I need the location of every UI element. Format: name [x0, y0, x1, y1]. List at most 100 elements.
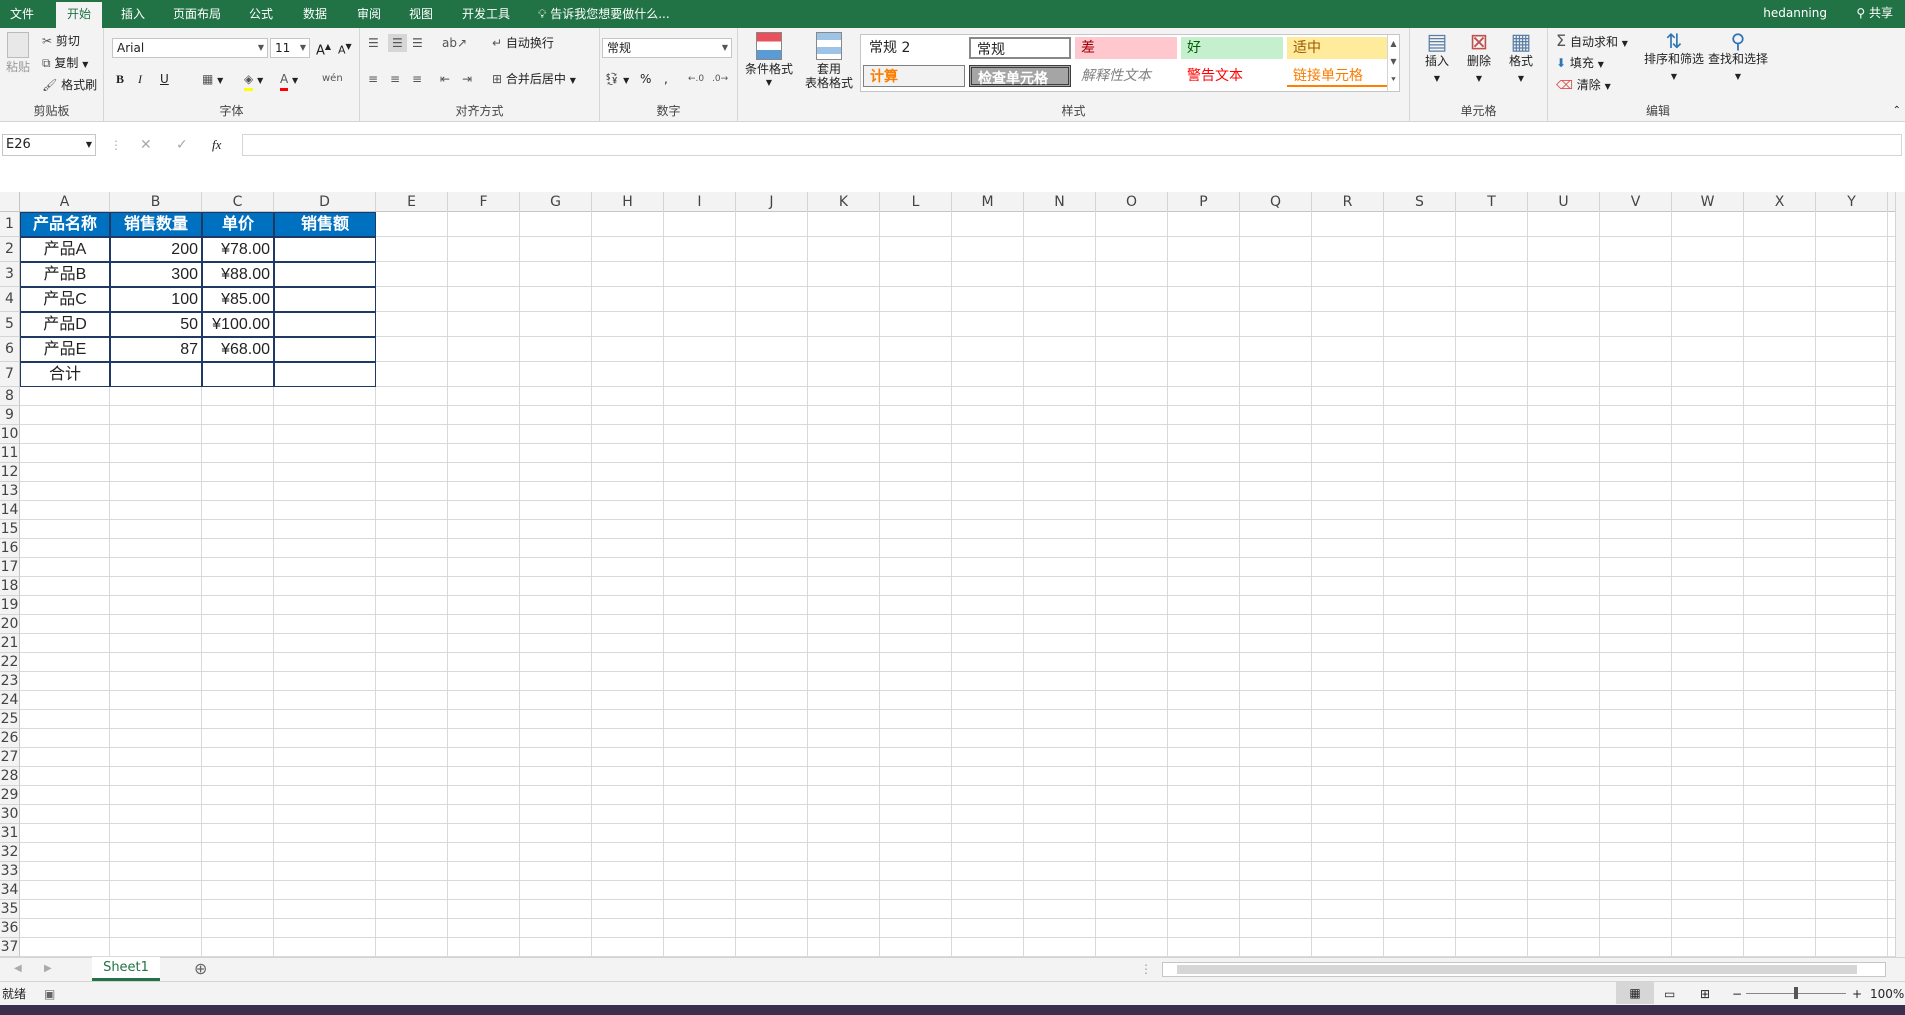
tab-data[interactable]: 数据: [292, 0, 338, 28]
tab-view[interactable]: 视图: [398, 0, 444, 28]
row-header[interactable]: 21: [0, 634, 20, 653]
page-break-view-button[interactable]: ⊞: [1700, 985, 1710, 1003]
style-neutral[interactable]: 适中: [1287, 37, 1387, 59]
table-cell[interactable]: ¥78.00: [202, 237, 274, 262]
conditional-format-button[interactable]: 条件格式 ▼: [742, 32, 796, 90]
align-left-button[interactable]: ≡: [368, 70, 378, 88]
delete-cells-button[interactable]: ⊠ 删除 ▼: [1462, 32, 1496, 88]
column-header[interactable]: O: [1096, 192, 1168, 212]
style-normal[interactable]: 常规: [969, 37, 1071, 59]
collapse-ribbon-icon[interactable]: ⌃: [1893, 102, 1901, 120]
orientation-button[interactable]: ab↗: [442, 34, 467, 52]
grow-font-button[interactable]: A▲: [316, 38, 331, 60]
table-header-cell[interactable]: 单价: [202, 212, 274, 237]
tab-insert[interactable]: 插入: [110, 0, 156, 28]
autosum-button[interactable]: Σ 自动求和 ▼: [1556, 32, 1628, 53]
increase-indent-button[interactable]: ⇥: [462, 70, 472, 88]
style-linked-cell[interactable]: 链接单元格: [1287, 65, 1387, 87]
table-header-cell[interactable]: 产品名称: [20, 212, 110, 237]
column-header[interactable]: N: [1024, 192, 1096, 212]
phonetic-button[interactable]: wén: [322, 70, 343, 88]
column-header[interactable]: C: [202, 192, 274, 212]
merge-center-button[interactable]: ⊞ 合并后居中 ▼: [492, 70, 576, 90]
column-header[interactable]: W: [1672, 192, 1744, 212]
sheet-tab-sheet1[interactable]: Sheet1: [92, 957, 160, 981]
column-header[interactable]: G: [520, 192, 592, 212]
zoom-level[interactable]: 100%: [1870, 985, 1904, 1003]
row-header[interactable]: 14: [0, 501, 20, 520]
style-good[interactable]: 好: [1181, 37, 1283, 59]
column-header[interactable]: J: [736, 192, 808, 212]
cut-button[interactable]: ✂ 剪切: [42, 32, 80, 50]
row-header[interactable]: 2: [0, 237, 20, 262]
cancel-icon[interactable]: ✕: [140, 136, 152, 154]
fill-button[interactable]: ⬇ 填充 ▼: [1556, 54, 1604, 74]
font-name-select[interactable]: Arial ▼: [112, 38, 268, 58]
total-cell[interactable]: [110, 362, 202, 387]
tab-review[interactable]: 审阅: [346, 0, 392, 28]
column-header[interactable]: T: [1456, 192, 1528, 212]
column-header[interactable]: E: [376, 192, 448, 212]
font-color-button[interactable]: A ▼: [280, 70, 298, 91]
table-cell[interactable]: [274, 337, 376, 362]
row-header[interactable]: 37: [0, 938, 20, 957]
zoom-out-button[interactable]: −: [1732, 985, 1742, 1003]
copy-button[interactable]: ⧉ 复制 ▼: [42, 54, 88, 74]
vertical-scrollbar[interactable]: [1895, 192, 1905, 957]
tab-developer[interactable]: 开发工具: [454, 0, 518, 28]
row-header[interactable]: 12: [0, 463, 20, 482]
row-header[interactable]: 23: [0, 672, 20, 691]
column-header[interactable]: B: [110, 192, 202, 212]
row-header[interactable]: 19: [0, 596, 20, 615]
italic-button[interactable]: I: [138, 70, 142, 88]
row-header[interactable]: 16: [0, 539, 20, 558]
column-header[interactable]: V: [1600, 192, 1672, 212]
row-header[interactable]: 32: [0, 843, 20, 862]
fill-color-button[interactable]: ◈ ▼: [244, 70, 263, 91]
row-header[interactable]: 9: [0, 406, 20, 425]
style-explanatory[interactable]: 解释性文本: [1075, 65, 1177, 87]
tab-home[interactable]: 开始: [56, 2, 102, 28]
row-header[interactable]: 15: [0, 520, 20, 539]
column-header[interactable]: M: [952, 192, 1024, 212]
row-header[interactable]: 22: [0, 653, 20, 672]
clear-button[interactable]: ⌫ 清除 ▼: [1556, 76, 1611, 96]
column-header[interactable]: R: [1312, 192, 1384, 212]
row-header[interactable]: 1: [0, 212, 20, 237]
table-cell[interactable]: ¥100.00: [202, 312, 274, 337]
enter-icon[interactable]: ✓: [176, 136, 188, 154]
macro-record-icon[interactable]: ▣: [44, 985, 55, 1003]
style-normal-2[interactable]: 常规 2: [863, 37, 965, 59]
percent-button[interactable]: %: [640, 70, 651, 88]
decrease-indent-button[interactable]: ⇤: [440, 70, 450, 88]
table-cell[interactable]: 50: [110, 312, 202, 337]
table-cell[interactable]: 产品B: [20, 262, 110, 287]
next-sheet-icon[interactable]: ▶: [44, 960, 52, 978]
table-cell[interactable]: ¥85.00: [202, 287, 274, 312]
horizontal-scrollbar[interactable]: [1162, 962, 1886, 977]
scroll-thumb[interactable]: [1177, 965, 1857, 974]
table-cell[interactable]: [274, 312, 376, 337]
table-cell[interactable]: ¥68.00: [202, 337, 274, 362]
row-header[interactable]: 20: [0, 615, 20, 634]
row-header[interactable]: 34: [0, 881, 20, 900]
underline-button[interactable]: U: [160, 70, 169, 88]
page-layout-view-button[interactable]: ▭: [1664, 985, 1675, 1003]
column-header[interactable]: D: [274, 192, 376, 212]
column-header[interactable]: L: [880, 192, 952, 212]
normal-view-button[interactable]: ▦: [1616, 982, 1654, 1004]
align-right-button[interactable]: ≡: [412, 70, 422, 88]
align-bottom-button[interactable]: ☰: [412, 34, 423, 52]
insert-function-button[interactable]: fx: [212, 136, 221, 154]
formula-input[interactable]: [242, 134, 1902, 156]
row-header[interactable]: 35: [0, 900, 20, 919]
column-header[interactable]: Q: [1240, 192, 1312, 212]
row-header[interactable]: 25: [0, 710, 20, 729]
row-header[interactable]: 29: [0, 786, 20, 805]
select-all-corner[interactable]: [0, 192, 20, 212]
zoom-thumb[interactable]: [1794, 987, 1798, 999]
zoom-in-button[interactable]: +: [1852, 985, 1862, 1003]
table-header-cell[interactable]: 销售数量: [110, 212, 202, 237]
font-size-select[interactable]: 11 ▼: [270, 38, 310, 58]
format-cells-button[interactable]: ▦ 格式 ▼: [1504, 32, 1538, 88]
